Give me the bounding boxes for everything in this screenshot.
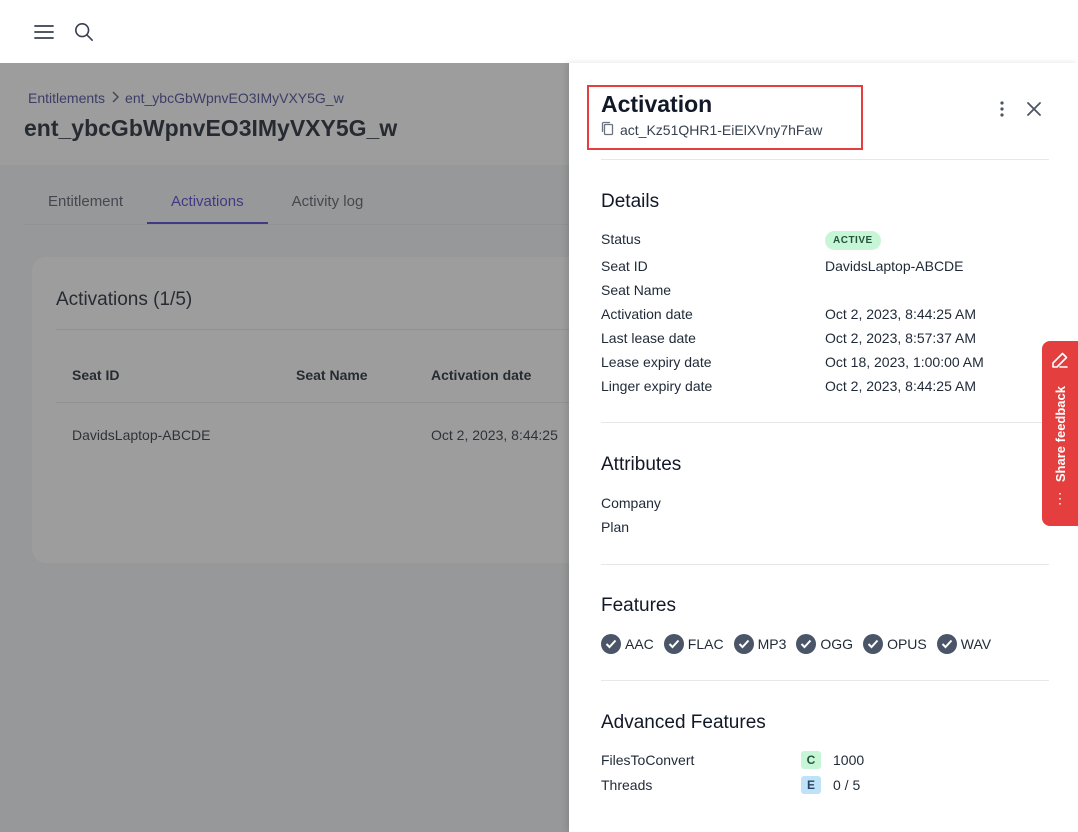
feature-aac: AAC	[601, 634, 654, 654]
check-circle-icon	[863, 634, 884, 654]
lease-expiry-date-label: Lease expiry date	[601, 354, 712, 370]
threads-label: Threads	[601, 777, 653, 793]
top-bar	[0, 0, 1078, 63]
activation-drawer: Activation act_Kz51QHR1-EiElXVny7hFaw De…	[569, 63, 1078, 832]
feature-label: OPUS	[887, 636, 927, 652]
consumption-tag: C	[801, 751, 821, 769]
more-dots-icon: ⋮	[1053, 490, 1067, 507]
element-pool-tag: E	[801, 776, 821, 794]
copy-icon[interactable]	[601, 121, 614, 139]
company-label: Company	[601, 495, 661, 511]
check-circle-icon	[663, 634, 684, 654]
seat-name-label: Seat Name	[601, 282, 672, 298]
divider	[601, 422, 1049, 423]
drawer-title: Activation	[601, 91, 713, 117]
hamburger-menu-icon[interactable]	[34, 22, 54, 42]
linger-expiry-date-label: Linger expiry date	[601, 378, 713, 394]
close-icon[interactable]	[1026, 101, 1042, 122]
advanced-features-section-title: Advanced Features	[601, 712, 766, 733]
check-circle-icon	[796, 634, 817, 654]
feature-opus: OPUS	[863, 634, 927, 654]
pencil-icon	[1051, 351, 1069, 374]
linger-expiry-date-value: Oct 2, 2023, 8:44:25 AM	[825, 378, 976, 394]
more-options-icon[interactable]	[1000, 101, 1004, 122]
activation-id: act_Kz51QHR1-EiElXVny7hFaw	[601, 121, 822, 139]
feature-label: AAC	[625, 636, 654, 652]
share-feedback-label: Share feedback	[1052, 386, 1068, 483]
share-feedback-button[interactable]: Share feedback ⋮	[1042, 341, 1078, 526]
files-to-convert-label: FilesToConvert	[601, 752, 695, 768]
feature-label: OGG	[820, 636, 854, 652]
check-circle-icon	[936, 634, 957, 654]
feature-flac: FLAC	[663, 634, 724, 654]
activation-date-label: Activation date	[601, 306, 693, 322]
feature-label: WAV	[960, 636, 992, 652]
feature-ogg: OGG	[796, 634, 853, 654]
divider	[601, 564, 1049, 565]
status-label: Status	[601, 231, 641, 247]
check-circle-icon	[601, 634, 621, 654]
feature-mp3: MP3	[733, 634, 787, 654]
feature-wav: WAV	[936, 634, 992, 654]
feature-label: FLAC	[687, 636, 724, 652]
details-section-title: Details	[601, 191, 660, 212]
threads-value: 0 / 5	[833, 777, 861, 793]
status-badge: ACTIVE	[825, 231, 881, 250]
activation-date-value: Oct 2, 2023, 8:44:25 AM	[825, 306, 976, 322]
divider	[601, 159, 1049, 160]
files-to-convert-value: 1000	[833, 752, 865, 768]
last-lease-date-label: Last lease date	[601, 330, 696, 346]
lease-expiry-date-value: Oct 18, 2023, 1:00:00 AM	[825, 354, 984, 370]
features-section-title: Features	[601, 595, 676, 616]
activation-id-text[interactable]: act_Kz51QHR1-EiElXVny7hFaw	[620, 122, 822, 138]
plan-label: Plan	[601, 519, 630, 535]
seat-id-label: Seat ID	[601, 258, 648, 274]
feature-label: MP3	[757, 636, 787, 652]
attributes-section-title: Attributes	[601, 454, 682, 475]
drawer-header-highlight: Activation act_Kz51QHR1-EiElXVny7hFaw	[587, 85, 863, 150]
check-circle-icon	[733, 634, 754, 654]
divider	[601, 680, 1049, 681]
features-list: AAC FLAC MP3 OGG OPUS WAV	[601, 634, 991, 654]
search-icon[interactable]	[74, 22, 94, 42]
seat-id-value: DavidsLaptop-ABCDE	[825, 258, 964, 274]
drawer-actions	[1000, 101, 1042, 122]
last-lease-date-value: Oct 2, 2023, 8:57:37 AM	[825, 330, 976, 346]
